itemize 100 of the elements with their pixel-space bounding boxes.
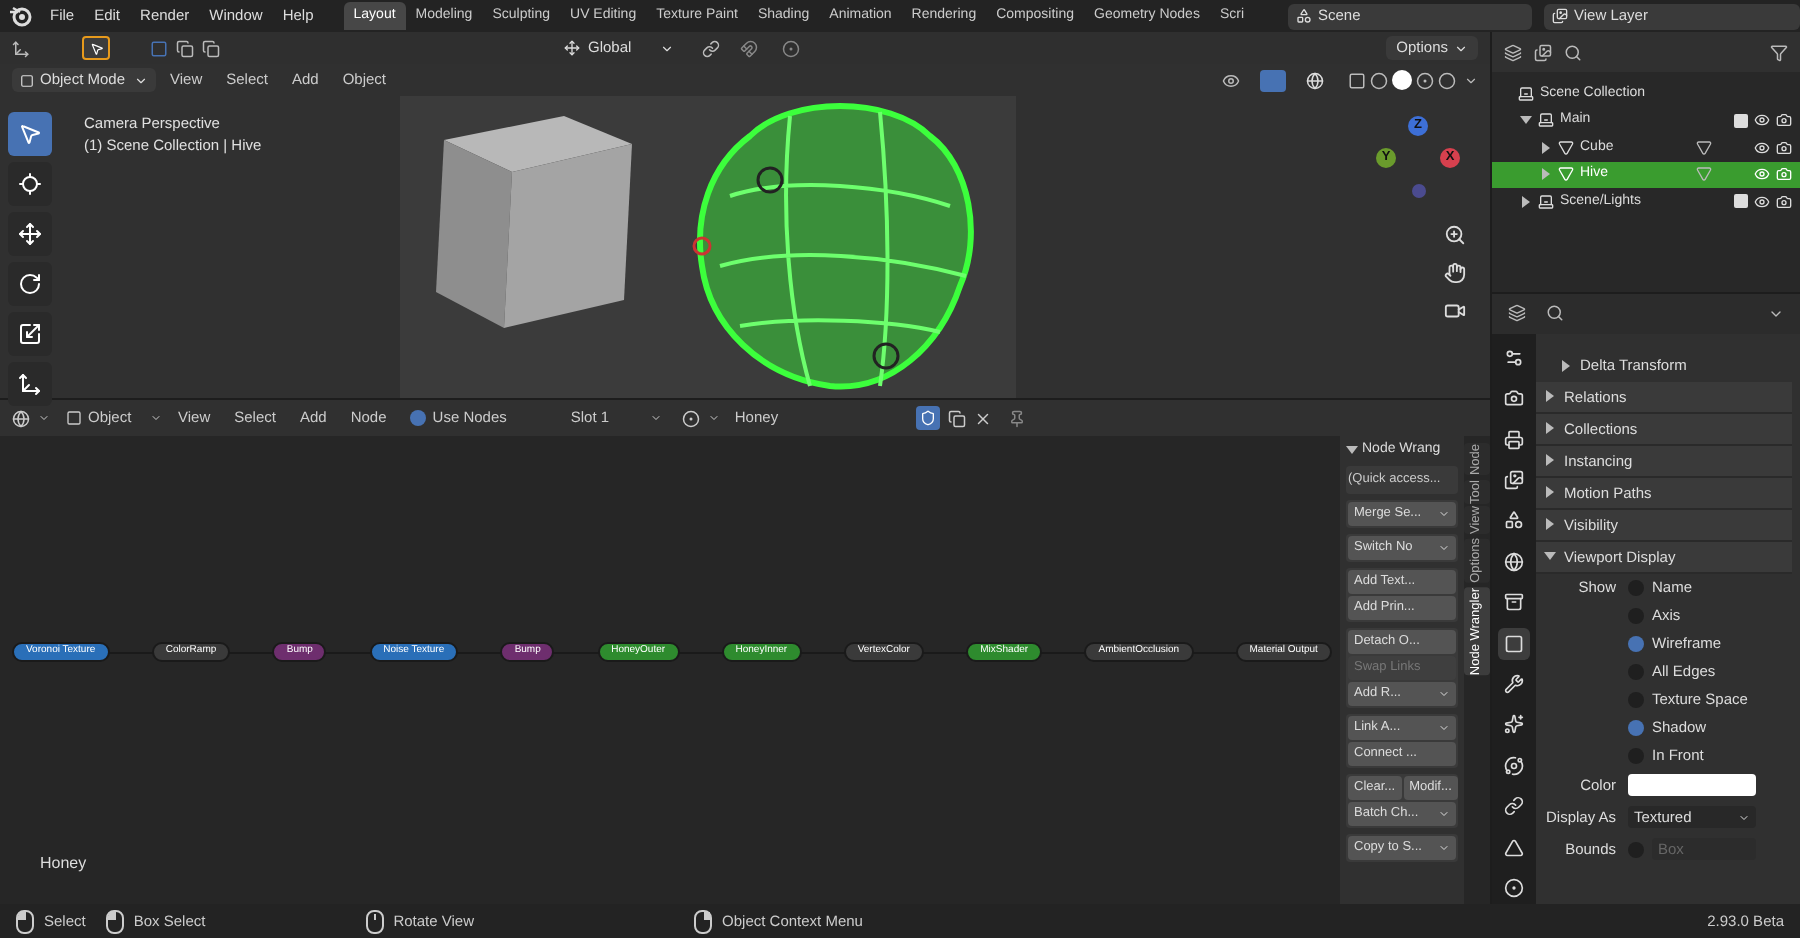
checkbox[interactable] [1628, 719, 1644, 736]
pin-icon[interactable] [1008, 409, 1027, 427]
camera-icon[interactable] [1776, 139, 1792, 156]
zoom-icon[interactable] [1444, 224, 1466, 246]
sparkles-icon [1504, 714, 1524, 735]
printer-icon [1504, 429, 1524, 450]
mouse-icon [16, 909, 34, 933]
pointer-icon [89, 41, 103, 55]
chevron-icon[interactable] [1464, 73, 1478, 87]
display-mode-icon[interactable] [1504, 43, 1522, 61]
orbit-icon [1504, 755, 1524, 776]
selection-mode-button[interactable] [82, 36, 110, 60]
wrench-icon [1504, 674, 1524, 695]
checkbox[interactable] [1734, 194, 1748, 209]
object-icon [66, 410, 82, 426]
rotate-icon [18, 272, 42, 296]
new-selection-icon[interactable] [150, 39, 168, 57]
tool-button[interactable] [8, 212, 52, 256]
archive-icon [1538, 193, 1554, 210]
proportional-icon[interactable] [781, 39, 800, 57]
eye-icon[interactable] [1754, 193, 1770, 210]
camera-icon [1504, 388, 1524, 409]
camera-icon[interactable] [1444, 300, 1466, 322]
close-icon[interactable] [974, 409, 993, 427]
gizmo-toggle[interactable] [1260, 69, 1286, 91]
extend-selection-icon[interactable] [176, 39, 194, 57]
checkbox[interactable] [410, 410, 427, 426]
checkbox[interactable] [1628, 635, 1644, 652]
eye-icon[interactable] [1754, 112, 1770, 129]
disclosure-triangle-icon[interactable] [1544, 518, 1556, 531]
properties-tab[interactable] [1498, 627, 1530, 660]
transform-icon [18, 372, 42, 396]
sphere-icon [1504, 878, 1524, 898]
solid-shading-button[interactable] [1392, 70, 1412, 90]
chevron-icon[interactable] [38, 412, 50, 424]
disclosure-triangle-icon[interactable] [1520, 114, 1532, 127]
images-icon [1504, 470, 1524, 491]
archive-icon [1504, 592, 1524, 613]
material-icon[interactable] [682, 409, 701, 427]
visibility-icon[interactable] [1222, 71, 1240, 89]
chevron-icon [1438, 808, 1450, 820]
shield-icon [920, 410, 937, 426]
wireframe-shading-icon[interactable] [1370, 71, 1388, 89]
chevron-icon [650, 412, 663, 424]
editor-type-icon[interactable] [12, 409, 30, 427]
disclosure-triangle-icon[interactable] [1544, 550, 1556, 563]
logo-icon[interactable] [8, 4, 32, 28]
color-swatch[interactable] [1628, 774, 1756, 797]
chevron-icon [1454, 41, 1468, 55]
tool-button[interactable] [8, 162, 52, 206]
panel-collapse-icon[interactable] [1346, 446, 1358, 454]
disclosure-triangle-icon[interactable] [1520, 195, 1532, 208]
axes-icon [564, 40, 580, 56]
duplicate-icon[interactable] [948, 409, 967, 427]
chevron-icon [659, 41, 674, 55]
overlay-icon[interactable] [1306, 71, 1324, 89]
disclosure-triangle-icon[interactable] [1540, 141, 1552, 154]
chevron-icon[interactable] [708, 412, 721, 424]
chevron-icon [1438, 542, 1450, 554]
tool-button[interactable] [8, 112, 52, 156]
hand-icon[interactable] [1444, 262, 1466, 284]
magnet-icon[interactable] [739, 39, 758, 57]
scale-icon [18, 322, 42, 346]
mouse-icon [694, 909, 713, 933]
xray-icon[interactable] [1348, 71, 1366, 89]
chevron-icon [1438, 842, 1450, 854]
camera-icon[interactable] [1776, 193, 1792, 210]
archive-icon [1538, 112, 1554, 129]
eye-icon[interactable] [1754, 139, 1770, 156]
disclosure-triangle-icon[interactable] [1544, 390, 1556, 403]
mouse-icon [105, 909, 124, 933]
tool-button[interactable] [8, 312, 52, 356]
chevron-icon [1438, 688, 1450, 700]
disclosure-triangle-icon[interactable] [1560, 359, 1572, 372]
chevron-icon [134, 73, 148, 87]
square-icon [1504, 633, 1524, 654]
chevron-icon [1438, 722, 1450, 734]
rendered-shading-icon[interactable] [1438, 71, 1456, 89]
archive-icon [1518, 85, 1534, 102]
layers-icon [1552, 8, 1568, 24]
tool-button[interactable] [8, 362, 52, 406]
material-shading-icon[interactable] [1416, 71, 1434, 89]
chevron-icon [1738, 811, 1750, 824]
editor-type-icon[interactable] [1508, 304, 1526, 323]
disclosure-triangle-icon[interactable] [1544, 422, 1556, 435]
disclosure-triangle-icon[interactable] [1544, 486, 1556, 499]
fake-user-button[interactable] [916, 406, 941, 430]
transform-icon[interactable] [12, 39, 30, 57]
tool-button[interactable] [8, 262, 52, 306]
pivot-icon[interactable] [701, 39, 720, 57]
pointer-icon [18, 122, 42, 146]
search-icon[interactable] [1564, 43, 1582, 61]
search-icon[interactable] [1546, 304, 1564, 323]
cursor-icon [18, 172, 42, 196]
camera-icon[interactable] [1776, 112, 1792, 129]
checkbox[interactable] [1734, 113, 1748, 128]
disclosure-triangle-icon[interactable] [1544, 454, 1556, 467]
move-icon [18, 222, 42, 246]
subtract-selection-icon[interactable] [202, 39, 220, 57]
mode-icon [20, 73, 34, 87]
